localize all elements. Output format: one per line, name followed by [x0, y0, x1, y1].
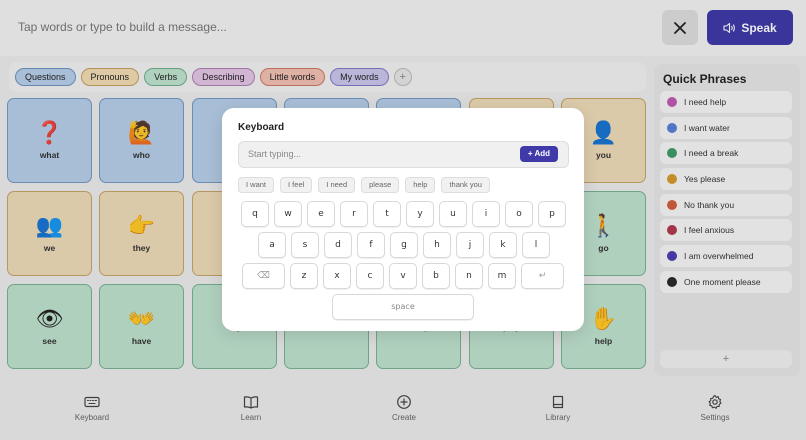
key-z[interactable]: z — [290, 263, 318, 289]
suggestion-chips: I want I feel I need please help thank you — [238, 177, 490, 193]
key-a[interactable]: a — [258, 232, 286, 258]
key-t[interactable]: t — [373, 201, 401, 227]
suggestion-chip[interactable]: help — [405, 177, 436, 193]
key-p[interactable]: p — [538, 201, 566, 227]
key-u[interactable]: u — [439, 201, 467, 227]
key-k[interactable]: k — [489, 232, 517, 258]
suggestion-chip[interactable]: thank you — [441, 177, 490, 193]
keyboard-title: Keyboard — [238, 122, 285, 133]
suggestion-chip[interactable]: I want — [238, 177, 275, 193]
key-v[interactable]: v — [389, 263, 417, 289]
key-l[interactable]: l — [522, 232, 550, 258]
key-d[interactable]: d — [324, 232, 352, 258]
space-key[interactable]: space — [332, 294, 474, 320]
backspace-key[interactable]: ⌫ — [242, 263, 285, 289]
key-o[interactable]: o — [505, 201, 533, 227]
suggestion-chip[interactable]: please — [361, 177, 400, 193]
key-j[interactable]: j — [456, 232, 484, 258]
add-word-button[interactable]: + Add — [520, 146, 558, 162]
key-b[interactable]: b — [422, 263, 450, 289]
key-m[interactable]: m — [488, 263, 516, 289]
key-i[interactable]: i — [472, 201, 500, 227]
key-r[interactable]: r — [340, 201, 368, 227]
key-q[interactable]: q — [241, 201, 269, 227]
key-w[interactable]: w — [274, 201, 302, 227]
key-h[interactable]: h — [423, 232, 451, 258]
key-s[interactable]: s — [291, 232, 319, 258]
enter-key[interactable]: ↵ — [521, 263, 564, 289]
key-y[interactable]: y — [406, 201, 434, 227]
aac-app: Tap words or type to build a message... … — [0, 0, 806, 440]
suggestion-chip[interactable]: I feel — [280, 177, 313, 193]
key-c[interactable]: c — [356, 263, 384, 289]
key-f[interactable]: f — [357, 232, 385, 258]
key-g[interactable]: g — [390, 232, 418, 258]
key-x[interactable]: x — [323, 263, 351, 289]
key-e[interactable]: e — [307, 201, 335, 227]
suggestion-chip[interactable]: I need — [318, 177, 356, 193]
key-n[interactable]: n — [455, 263, 483, 289]
keyboard-modal: Keyboard Start typing... + Add I want I f… — [222, 108, 584, 331]
